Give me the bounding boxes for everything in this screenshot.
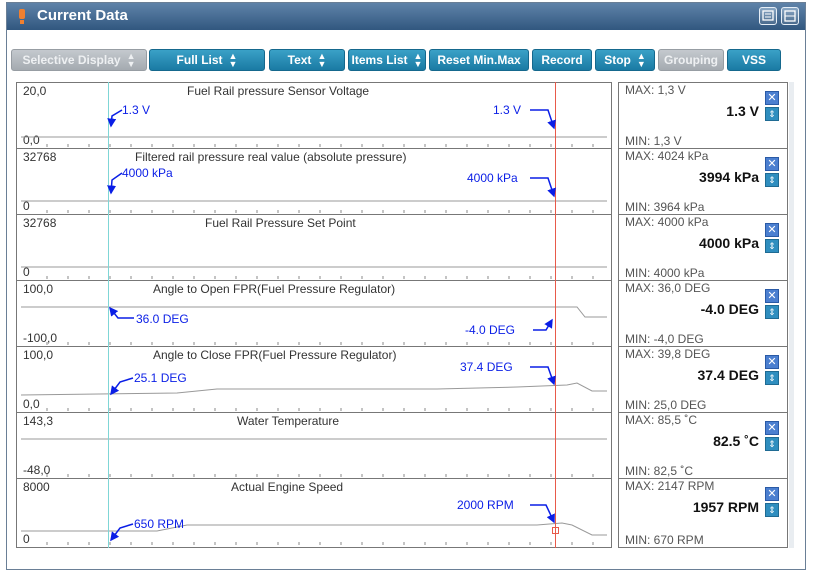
arrow-line bbox=[530, 177, 556, 198]
close-icon[interactable]: ✕ bbox=[765, 421, 779, 435]
value-box-fuel-rail-set-point: MAX: 4000 kPa 4000 kPa MIN: 4000 kPa ✕ ⇕ bbox=[619, 215, 787, 281]
value-box-angle-close-fpr: MAX: 39,8 DEG 37.4 DEG MIN: 25,0 DEG ✕ ⇕ bbox=[619, 347, 787, 413]
value-box-filtered-rail-pressure: MAX: 4024 kPa 3994 kPa MIN: 3964 kPa ✕ ⇕ bbox=[619, 149, 787, 215]
arrow-line bbox=[530, 366, 556, 386]
min-value: MIN: 670 RPM bbox=[625, 533, 704, 547]
current-value: 1.3 V bbox=[726, 103, 759, 119]
close-icon[interactable]: ✕ bbox=[765, 223, 779, 237]
arrow-line bbox=[110, 377, 134, 396]
reorder-icon[interactable]: ⇕ bbox=[765, 371, 779, 385]
max-value: MAX: 4024 kPa bbox=[625, 149, 709, 163]
min-value: MIN: -4,0 DEG bbox=[625, 332, 704, 346]
value-box-fuel-rail-voltage: MAX: 1,3 V 1.3 V MIN: 1,3 V ✕ ⇕ bbox=[619, 83, 787, 149]
value-box-engine-speed: MAX: 2147 RPM 1957 RPM MIN: 670 RPM ✕ ⇕ bbox=[619, 479, 787, 547]
vertical-scrollbar[interactable] bbox=[789, 82, 794, 548]
close-icon[interactable]: ✕ bbox=[765, 355, 779, 369]
close-icon[interactable]: ✕ bbox=[765, 157, 779, 171]
max-value: MAX: 1,3 V bbox=[625, 83, 686, 97]
arrow-line bbox=[107, 109, 123, 128]
value-box-water-temperature: MAX: 85,5 ˚C 82.5 ˚C MIN: 82,5 ˚C ✕ ⇕ bbox=[619, 413, 787, 479]
values-panel: MAX: 1,3 V 1.3 V MIN: 1,3 V ✕ ⇕ MAX: 402… bbox=[618, 82, 788, 548]
arrow-line bbox=[533, 318, 553, 331]
reorder-icon[interactable]: ⇕ bbox=[765, 503, 779, 517]
arrow-line bbox=[109, 306, 134, 319]
reorder-icon[interactable]: ⇕ bbox=[765, 305, 779, 319]
close-icon[interactable]: ✕ bbox=[765, 91, 779, 105]
arrow-line bbox=[107, 172, 123, 195]
current-value: 37.4 DEG bbox=[697, 367, 759, 383]
close-icon[interactable]: ✕ bbox=[765, 487, 779, 501]
max-value: MAX: 39,8 DEG bbox=[625, 347, 711, 361]
arrow-line bbox=[530, 109, 556, 130]
min-value: MIN: 1,3 V bbox=[625, 134, 682, 148]
reorder-icon[interactable]: ⇕ bbox=[765, 173, 779, 187]
close-icon[interactable]: ✕ bbox=[765, 289, 779, 303]
max-value: MAX: 85,5 ˚C bbox=[625, 413, 698, 427]
max-value: MAX: 4000 kPa bbox=[625, 215, 709, 229]
min-value: MIN: 82,5 ˚C bbox=[625, 464, 694, 478]
reorder-icon[interactable]: ⇕ bbox=[765, 437, 779, 451]
current-value: 4000 kPa bbox=[699, 235, 759, 251]
min-value: MIN: 25,0 DEG bbox=[625, 398, 707, 412]
value-box-angle-open-fpr: MAX: 36,0 DEG -4.0 DEG MIN: -4,0 DEG ✕ ⇕ bbox=[619, 281, 787, 347]
current-value: -4.0 DEG bbox=[700, 301, 759, 317]
arrow-line bbox=[110, 523, 134, 542]
current-value: 1957 RPM bbox=[692, 499, 759, 515]
min-value: MIN: 3964 kPa bbox=[625, 200, 705, 214]
max-value: MAX: 36,0 DEG bbox=[625, 281, 711, 295]
arrow-line bbox=[530, 504, 555, 524]
current-value: 82.5 ˚C bbox=[713, 433, 759, 449]
reorder-icon[interactable]: ⇕ bbox=[765, 107, 779, 121]
reorder-icon[interactable]: ⇕ bbox=[765, 239, 779, 253]
max-value: MAX: 2147 RPM bbox=[625, 479, 715, 493]
current-value: 3994 kPa bbox=[699, 169, 759, 185]
min-value: MIN: 4000 kPa bbox=[625, 266, 705, 280]
